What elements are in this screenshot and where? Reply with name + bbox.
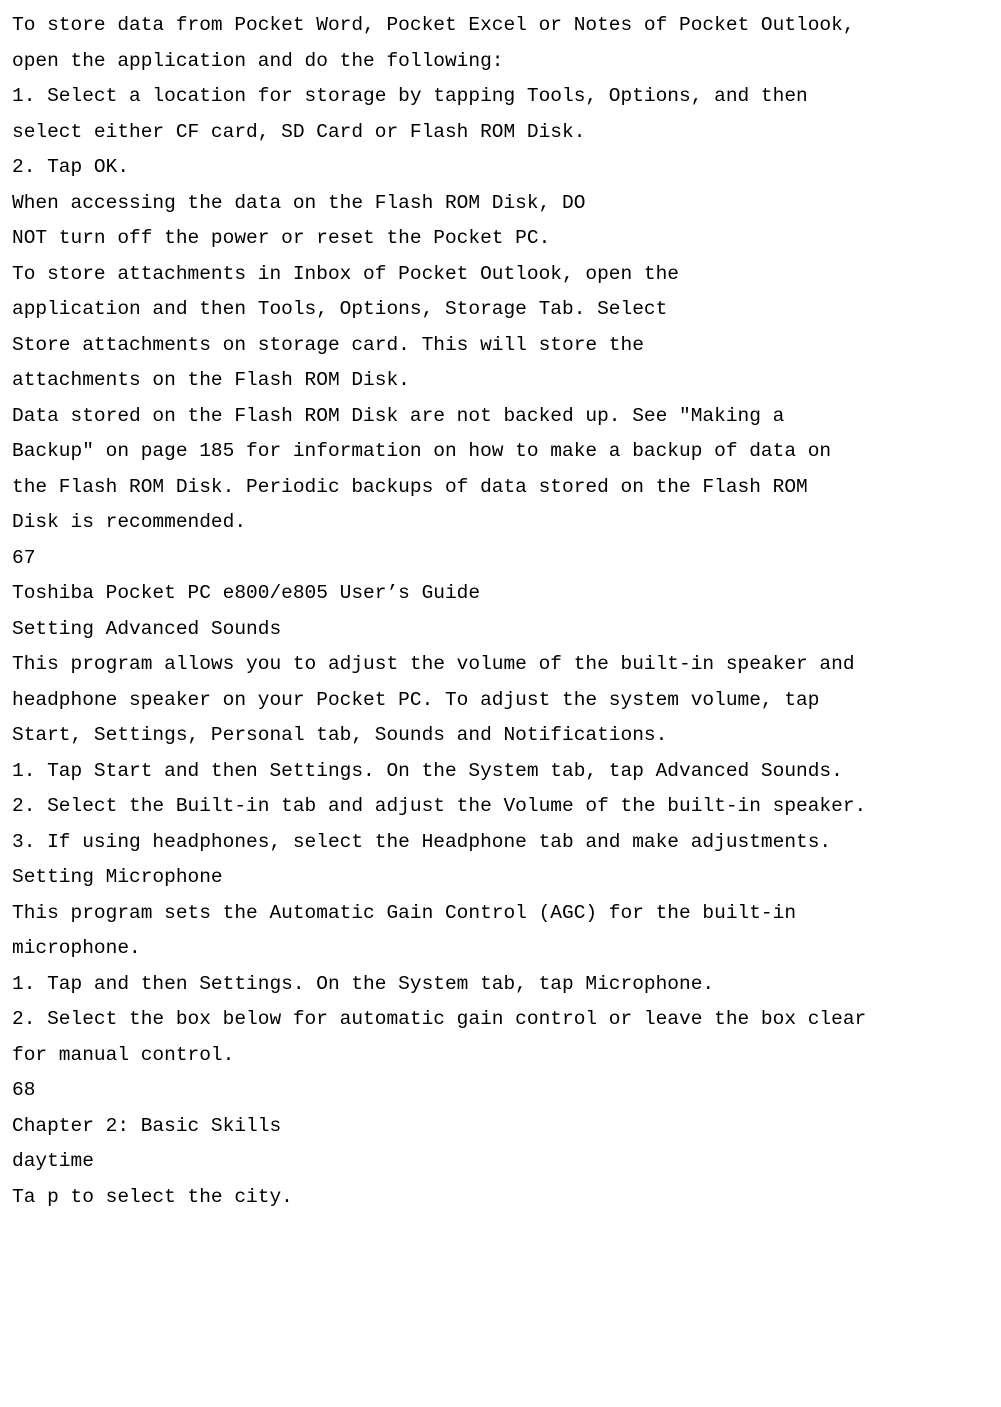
text-line: attachments on the Flash ROM Disk. <box>12 363 1001 399</box>
text-line: 2. Select the box below for automatic ga… <box>12 1002 1001 1038</box>
document-body: To store data from Pocket Word, Pocket E… <box>12 8 1001 1215</box>
text-line: open the application and do the followin… <box>12 44 1001 80</box>
text-line: To store data from Pocket Word, Pocket E… <box>12 8 1001 44</box>
text-line: NOT turn off the power or reset the Pock… <box>12 221 1001 257</box>
text-line: Backup" on page 185 for information on h… <box>12 434 1001 470</box>
text-line: Store attachments on storage card. This … <box>12 328 1001 364</box>
text-line: 2. Tap OK. <box>12 150 1001 186</box>
text-line: application and then Tools, Options, Sto… <box>12 292 1001 328</box>
text-line: Chapter 2: Basic Skills <box>12 1109 1001 1145</box>
text-line: 3. If using headphones, select the Headp… <box>12 825 1001 861</box>
text-line: Start, Settings, Personal tab, Sounds an… <box>12 718 1001 754</box>
text-line: select either CF card, SD Card or Flash … <box>12 115 1001 151</box>
text-line: 1. Select a location for storage by tapp… <box>12 79 1001 115</box>
text-line: for manual control. <box>12 1038 1001 1074</box>
text-line: 68 <box>12 1073 1001 1109</box>
text-line: This program sets the Automatic Gain Con… <box>12 896 1001 932</box>
text-line: 1. Tap Start and then Settings. On the S… <box>12 754 1001 790</box>
text-line: Setting Advanced Sounds <box>12 612 1001 648</box>
text-line: the Flash ROM Disk. Periodic backups of … <box>12 470 1001 506</box>
text-line: When accessing the data on the Flash ROM… <box>12 186 1001 222</box>
text-line: To store attachments in Inbox of Pocket … <box>12 257 1001 293</box>
text-line: This program allows you to adjust the vo… <box>12 647 1001 683</box>
text-line: Disk is recommended. <box>12 505 1001 541</box>
text-line: Data stored on the Flash ROM Disk are no… <box>12 399 1001 435</box>
text-line: 1. Tap and then Settings. On the System … <box>12 967 1001 1003</box>
text-line: Toshiba Pocket PC e800/e805 User’s Guide <box>12 576 1001 612</box>
text-line: Ta p to select the city. <box>12 1180 1001 1216</box>
text-line: 67 <box>12 541 1001 577</box>
text-line: headphone speaker on your Pocket PC. To … <box>12 683 1001 719</box>
text-line: Setting Microphone <box>12 860 1001 896</box>
text-line: 2. Select the Built-in tab and adjust th… <box>12 789 1001 825</box>
text-line: microphone. <box>12 931 1001 967</box>
text-line: daytime <box>12 1144 1001 1180</box>
